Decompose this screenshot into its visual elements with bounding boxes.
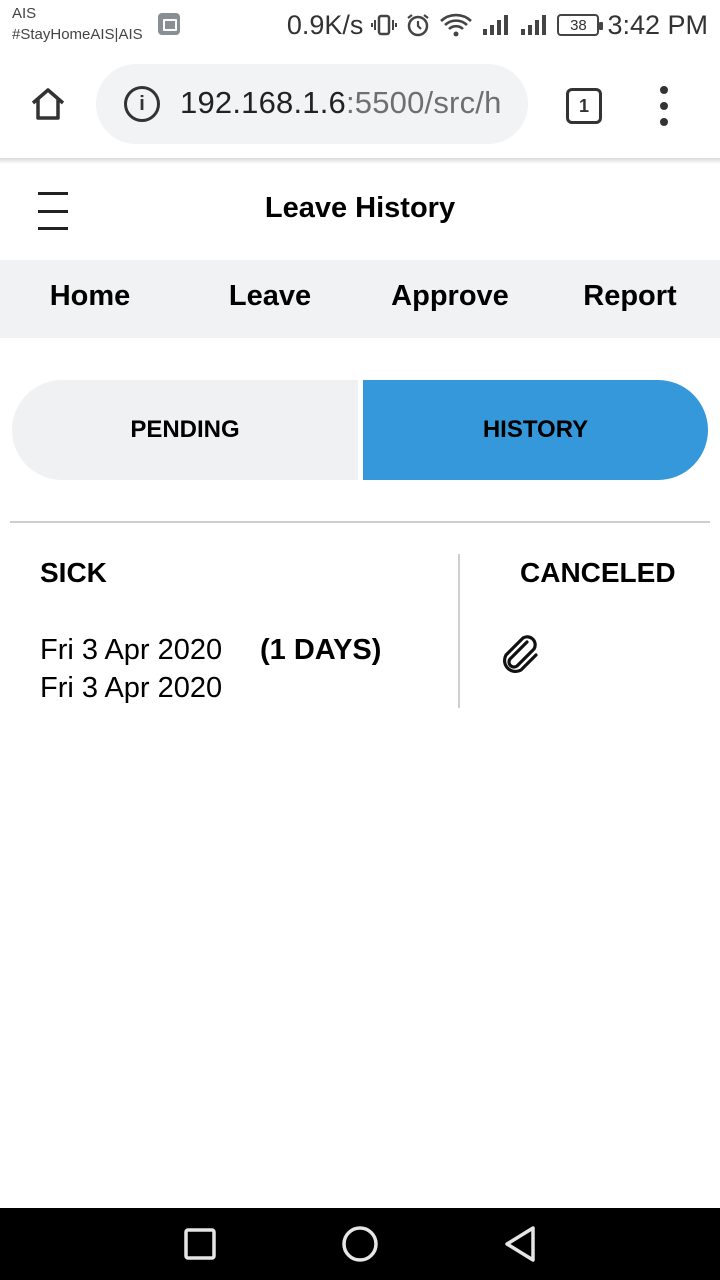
clock: 3:42 PM [607, 9, 708, 40]
back-icon[interactable] [498, 1222, 542, 1266]
battery-icon: 38 [557, 14, 604, 36]
column-divider [458, 554, 460, 708]
alarm-icon [405, 12, 431, 38]
nav-home[interactable]: Home [0, 280, 180, 313]
url-host: 192.168.1.6 [180, 85, 346, 120]
tab-pending-label: PENDING [130, 416, 240, 443]
system-nav-bar [0, 1208, 720, 1280]
tab-pending[interactable]: PENDING [12, 380, 358, 480]
battery-level: 38 [570, 16, 587, 34]
browser-toolbar: i 192.168.1.6:5500/src/h 1 [0, 52, 720, 160]
leave-days: (1 DAYS) [260, 634, 382, 666]
carrier-tag: #StayHomeAIS|AIS [12, 26, 143, 43]
wifi-icon [439, 12, 473, 38]
carrier-name: AIS [12, 5, 37, 22]
tabs-icon[interactable]: 1 [566, 88, 602, 124]
address-bar[interactable]: i 192.168.1.6:5500/src/h [96, 64, 528, 144]
status-indicators: 0.9K/s 38 3:42 PM [287, 8, 708, 42]
page-title: Leave History [264, 192, 456, 224]
vibrate-icon [371, 12, 398, 38]
main-nav: Home Leave Approve Report [0, 260, 720, 338]
recents-icon[interactable] [178, 1222, 222, 1266]
tab-count: 1 [578, 95, 589, 116]
status-bar: AIS #StayHomeAIS|AIS 0.9K/s 38 3:42 PM [0, 0, 720, 52]
divider [10, 521, 710, 523]
signal-icon [519, 13, 549, 37]
tab-history[interactable]: HISTORY [363, 380, 708, 480]
nav-approve[interactable]: Approve [360, 280, 540, 313]
url-path: :5500/src/h [345, 85, 502, 120]
leave-type: SICK [40, 557, 107, 588]
network-speed: 0.9K/s [286, 9, 364, 40]
gallery-icon [158, 13, 180, 35]
nav-leave[interactable]: Leave [180, 280, 360, 313]
tab-history-label: HISTORY [482, 416, 589, 443]
leave-status: CANCELED [520, 557, 676, 588]
url-text[interactable]: 192.168.1.6:5500/src/h [180, 85, 510, 121]
signal-icon [481, 13, 511, 37]
paperclip-icon[interactable] [497, 630, 543, 676]
more-vert-icon[interactable] [648, 82, 680, 130]
info-icon[interactable]: i [124, 86, 160, 122]
leave-start-date: Fri 3 Apr 2020 [40, 634, 223, 666]
home-icon[interactable] [22, 78, 74, 130]
leave-end-date: Fri 3 Apr 2020 [40, 672, 223, 704]
home-circle-icon[interactable] [338, 1222, 382, 1266]
nav-report[interactable]: Report [540, 280, 720, 313]
app-header: Leave History [0, 164, 720, 260]
